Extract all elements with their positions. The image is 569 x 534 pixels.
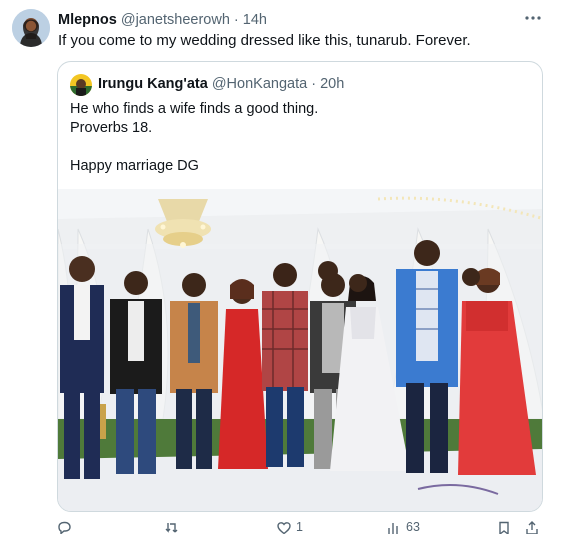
share-icon	[524, 520, 540, 534]
more-horizontal-icon[interactable]	[523, 11, 543, 25]
action-bar: 1 63	[56, 520, 546, 534]
tweet-text: If you come to my wedding dressed like t…	[58, 32, 471, 49]
reply-icon	[56, 520, 72, 534]
like-button[interactable]: 1	[276, 520, 303, 534]
reply-button[interactable]	[56, 520, 76, 534]
tweet[interactable]: Mlepnos @janetsheerowh · 14h If you come…	[0, 0, 569, 534]
wedding-photo[interactable]	[58, 189, 542, 511]
tweet-header: Mlepnos @janetsheerowh · 14h	[58, 11, 267, 29]
quoted-text-line: Proverbs 18.	[70, 120, 153, 136]
views-icon	[386, 520, 402, 534]
bookmark-button[interactable]	[496, 520, 512, 534]
like-count: 1	[296, 520, 303, 534]
author-name[interactable]: Mlepnos	[58, 12, 117, 28]
quoted-avatar[interactable]	[70, 74, 92, 96]
views-count: 63	[406, 520, 420, 534]
separator-dot: ·	[233, 12, 239, 28]
retweet-button[interactable]	[164, 520, 184, 534]
quoted-text-line	[70, 138, 318, 157]
heart-icon	[276, 520, 292, 534]
quoted-timestamp[interactable]: 20h	[320, 76, 344, 92]
avatar[interactable]	[12, 9, 50, 47]
quoted-tweet[interactable]: Irungu Kang'ata @HonKangata · 20h He who…	[57, 61, 543, 512]
separator-dot: ·	[311, 76, 317, 92]
quoted-text-line: He who finds a wife finds a good thing.	[70, 101, 319, 117]
views-button[interactable]: 63	[386, 520, 420, 534]
author-handle[interactable]: @janetsheerowh	[121, 12, 230, 28]
share-button[interactable]	[524, 520, 540, 534]
quoted-author-handle[interactable]: @HonKangata	[212, 76, 307, 92]
quoted-header: Irungu Kang'ata @HonKangata · 20h	[98, 75, 344, 93]
retweet-icon	[164, 520, 180, 534]
quoted-author-name[interactable]: Irungu Kang'ata	[98, 76, 208, 92]
quoted-text-line: Happy marriage DG	[70, 158, 199, 174]
timestamp[interactable]: 14h	[243, 12, 267, 28]
quoted-text: He who finds a wife finds a good thing. …	[70, 100, 318, 176]
bookmark-icon	[496, 520, 512, 534]
